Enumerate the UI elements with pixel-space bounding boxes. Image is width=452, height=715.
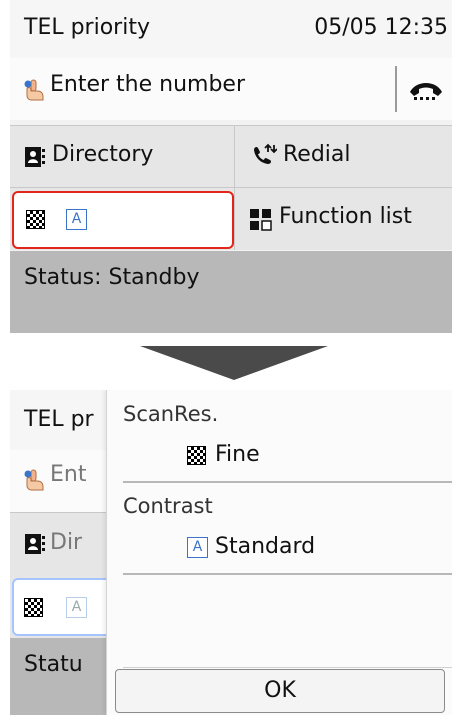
- directory-book-icon: [25, 534, 45, 554]
- contrast-value: Standard: [215, 534, 316, 559]
- scan-settings-screen: TEL pr Ent Dir A Statu ScanRes. Fine Con…: [10, 390, 452, 715]
- enter-number-label: Enter the number: [50, 72, 246, 97]
- status-bar: Status: Standby: [10, 251, 452, 333]
- enter-number-field[interactable]: Enter the number: [10, 58, 452, 120]
- divider: [123, 573, 452, 575]
- directory-label: Directory: [52, 142, 154, 167]
- enter-label-partial: Ent: [50, 462, 87, 487]
- status-text-partial: Statu: [24, 652, 83, 677]
- contrast-icon: A: [66, 597, 87, 618]
- mode-title-partial: TEL pr: [24, 407, 94, 432]
- ok-button[interactable]: OK: [115, 669, 445, 713]
- button-row-2: A Function list: [10, 187, 452, 250]
- function-list-label: Function list: [279, 204, 412, 229]
- redial-label: Redial: [283, 142, 351, 167]
- status-text: Status: Standby: [24, 265, 200, 290]
- settings-panel: ScanRes. Fine Contrast A Standard OK: [106, 390, 452, 715]
- touch-hand-icon: [24, 469, 44, 491]
- mode-title: TEL priority: [24, 15, 150, 40]
- divider: [123, 667, 452, 668]
- function-list-button[interactable]: Function list: [235, 188, 452, 250]
- redial-button[interactable]: Redial: [235, 126, 452, 188]
- contrast-icon: A: [66, 209, 87, 230]
- header-bar: TEL priority 05/05 12:35: [10, 0, 452, 58]
- scanres-setting[interactable]: ScanRes. Fine: [107, 390, 452, 482]
- directory-book-icon: [25, 147, 45, 167]
- separator: [395, 66, 397, 112]
- scan-settings-button[interactable]: A: [10, 188, 235, 250]
- directory-label-partial: Dir: [50, 530, 83, 555]
- function-list-icon: [250, 209, 272, 231]
- selected-highlight: [12, 191, 234, 249]
- scanres-label: ScanRes.: [123, 402, 219, 426]
- contrast-icon: A: [187, 537, 208, 558]
- directory-button[interactable]: Directory: [10, 126, 235, 188]
- scanres-value: Fine: [215, 442, 260, 467]
- contrast-label: Contrast: [123, 494, 213, 518]
- touch-hand-icon: [24, 79, 44, 101]
- scan-resolution-icon: [26, 210, 45, 229]
- on-hook-phone-icon[interactable]: [406, 76, 446, 104]
- redial-icon: [254, 143, 277, 164]
- fax-standby-screen: TEL priority 05/05 12:35 Enter the numbe…: [10, 0, 452, 333]
- datetime: 05/05 12:35: [314, 15, 448, 40]
- contrast-setting[interactable]: Contrast A Standard: [107, 482, 452, 574]
- scan-resolution-icon: [24, 598, 43, 617]
- down-arrow-icon: [140, 346, 328, 380]
- button-row-1: Directory Redial: [10, 125, 452, 188]
- fine-resolution-icon: [187, 446, 206, 465]
